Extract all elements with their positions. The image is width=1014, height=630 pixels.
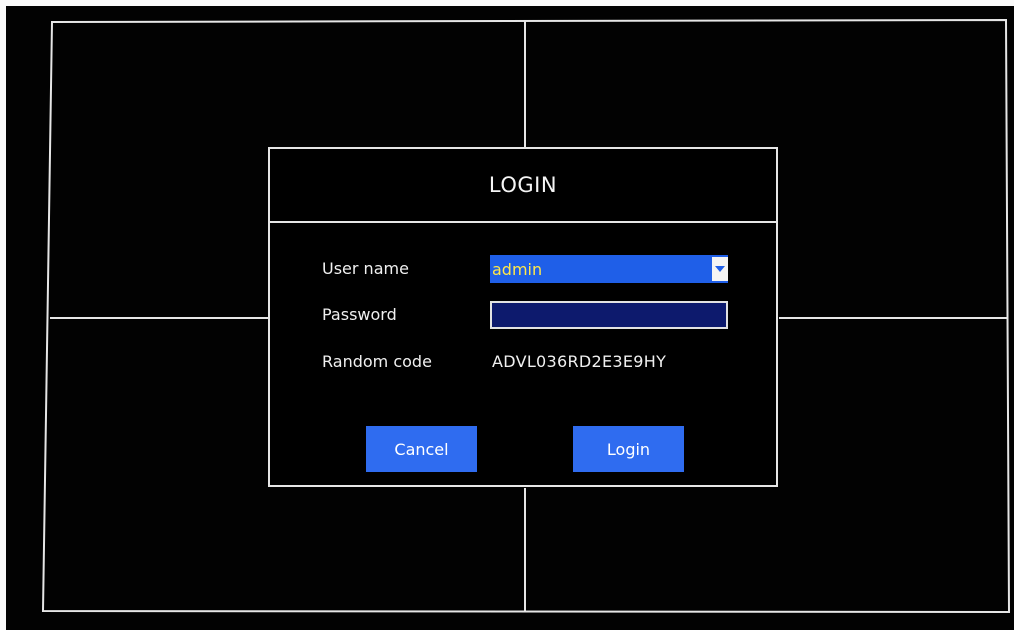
username-select[interactable]: admin: [490, 255, 728, 283]
random-code-label: Random code: [322, 352, 432, 371]
username-label: User name: [322, 259, 409, 278]
chevron-down-icon[interactable]: [712, 257, 728, 281]
login-button[interactable]: Login: [573, 426, 684, 472]
dialog-header: LOGIN: [270, 149, 776, 223]
login-dialog: LOGIN User name admin Password Random co…: [268, 147, 778, 487]
username-value: admin: [492, 259, 543, 279]
dvr-screen: LOGIN User name admin Password Random co…: [6, 6, 1014, 630]
cancel-button[interactable]: Cancel: [366, 426, 477, 472]
chevron-down-glyph: [715, 266, 725, 272]
dialog-title: LOGIN: [488, 173, 558, 197]
password-input[interactable]: [490, 301, 728, 329]
random-code-value: ADVL036RD2E3E9HY: [492, 352, 667, 371]
password-label: Password: [322, 305, 397, 324]
